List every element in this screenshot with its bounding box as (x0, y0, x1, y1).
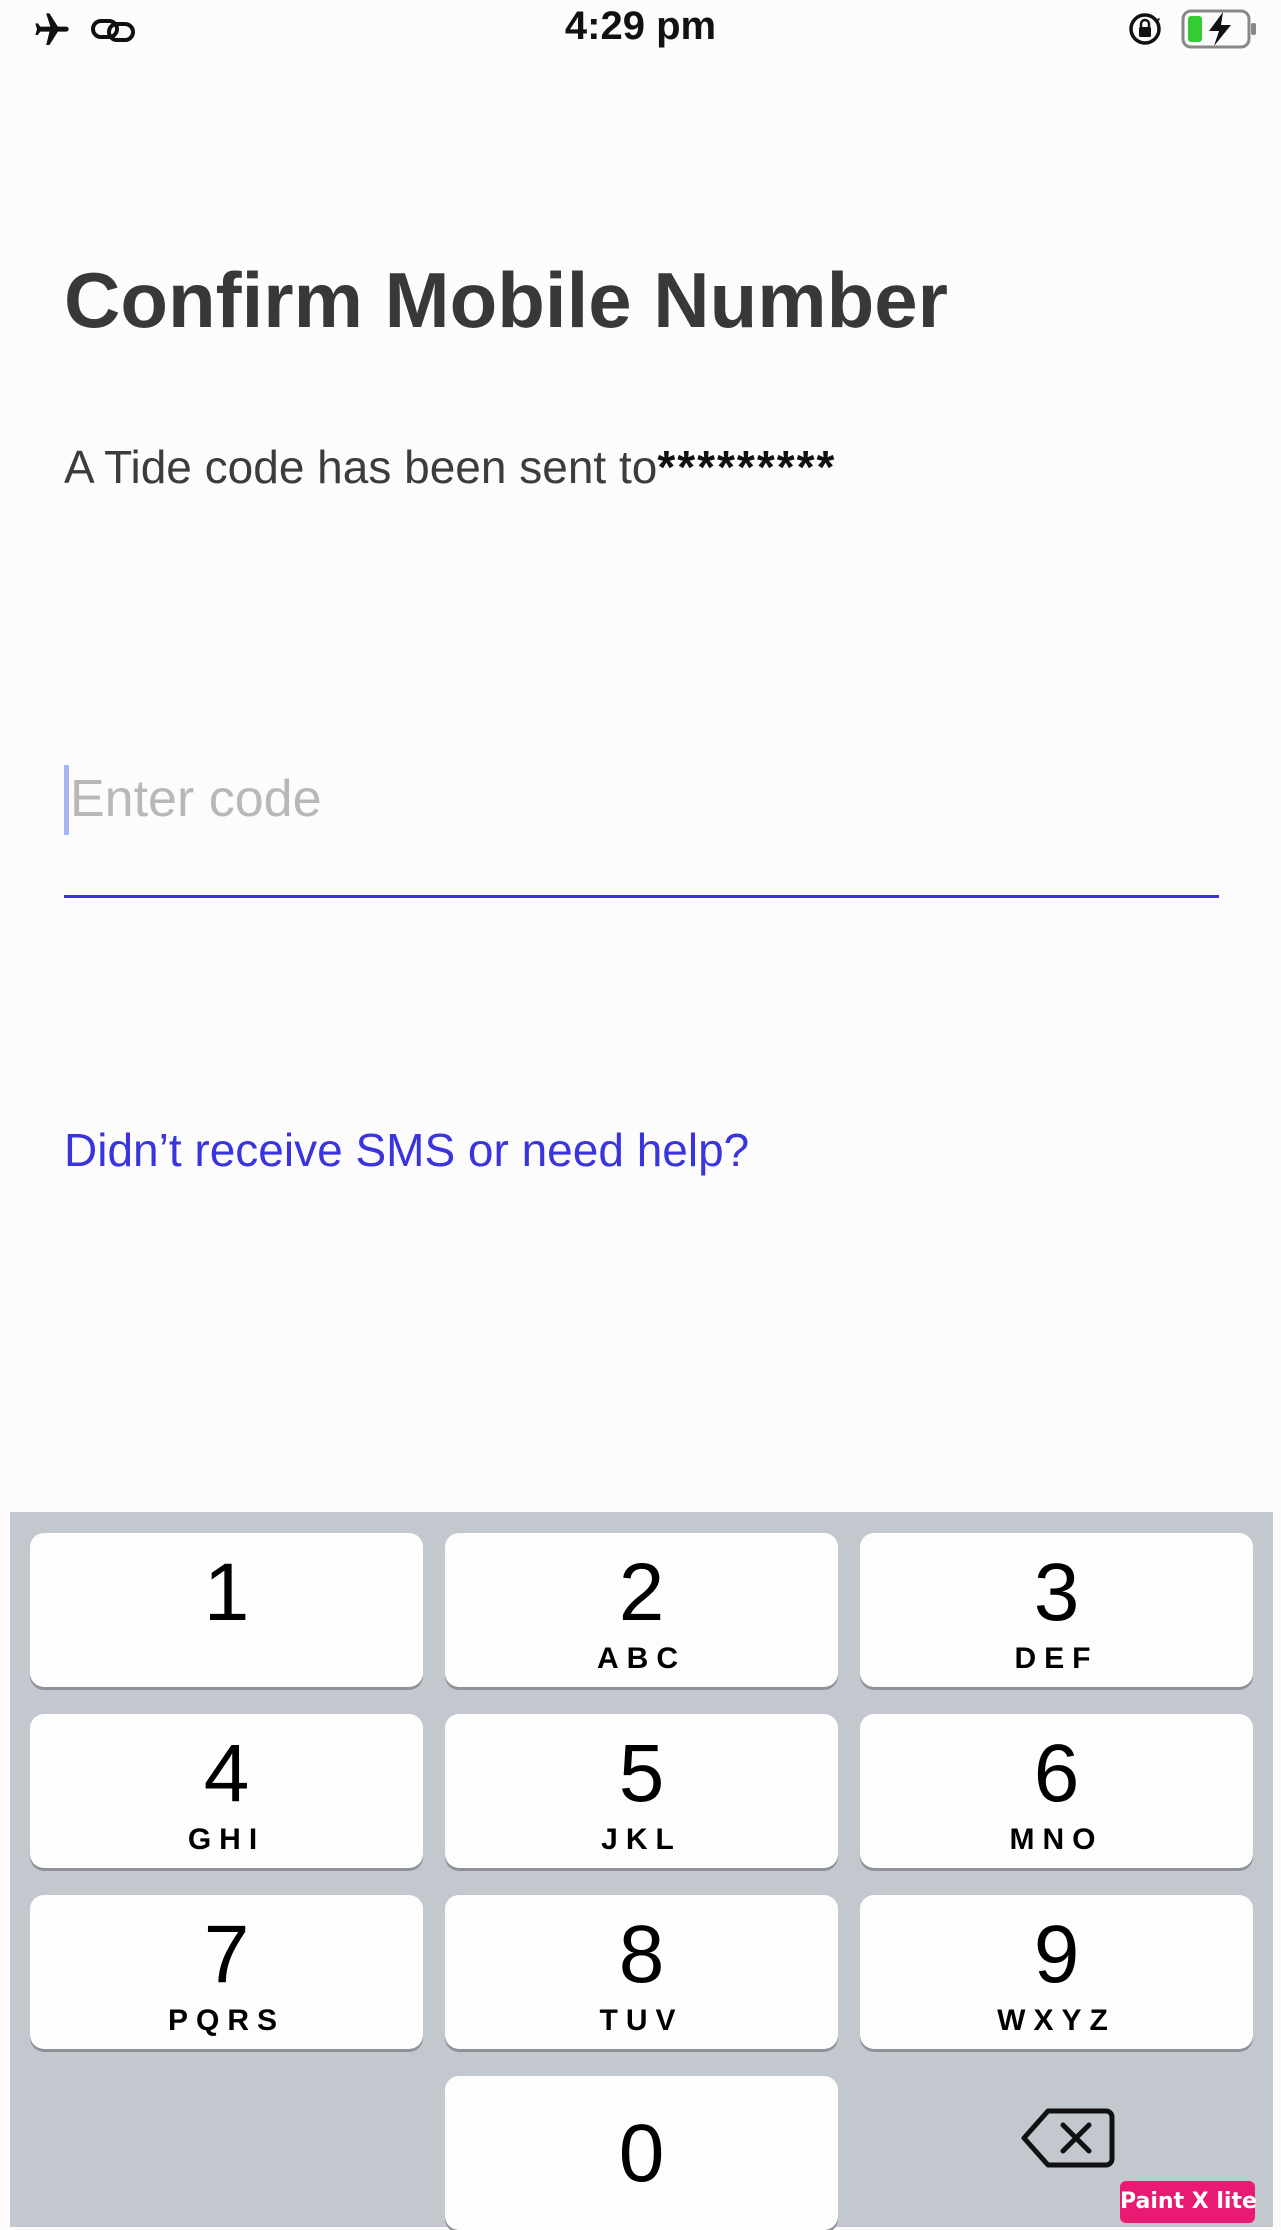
key-9[interactable]: 9 WXYZ (860, 1895, 1253, 2049)
help-link[interactable]: Didn’t receive SMS or need help? (64, 1123, 749, 1177)
backspace-key[interactable] (1018, 2103, 1118, 2173)
key-5[interactable]: 5 JKL (445, 1714, 838, 1868)
masked-phone-number: ********* (657, 441, 837, 493)
key-letters: WXYZ (997, 2004, 1116, 2037)
key-4[interactable]: 4 GHI (30, 1714, 423, 1868)
key-letters: PQRS (167, 2004, 286, 2037)
key-digit: 3 (1033, 1547, 1080, 1638)
key-letters: TUV (599, 2004, 684, 2037)
key-6[interactable]: 6 MNO (860, 1714, 1253, 1868)
text-caret (64, 765, 69, 835)
key-digit: 4 (203, 1728, 250, 1819)
sent-message: A Tide code has been sent to********* (64, 440, 836, 494)
code-input[interactable] (64, 755, 1225, 843)
sent-message-text: A Tide code has been sent to (64, 441, 658, 493)
key-digit: 1 (203, 1547, 250, 1638)
key-digit: 5 (618, 1728, 665, 1819)
key-letters: ABC (597, 1642, 686, 1675)
key-digit: 7 (203, 1909, 250, 2000)
key-digit: 6 (1033, 1728, 1080, 1819)
key-letters: MNO (1009, 1823, 1104, 1856)
numeric-keypad: 1 2 ABC 3 DEF 4 GHI 5 JKL 6 MNO 7 PQRS 8… (10, 1512, 1273, 2230)
key-digit: 8 (618, 1909, 665, 2000)
code-field (64, 755, 1225, 900)
key-3[interactable]: 3 DEF (860, 1533, 1253, 1687)
key-2[interactable]: 2 ABC (445, 1533, 838, 1687)
watermark-badge: Paint X lite (1120, 2181, 1257, 2223)
key-8[interactable]: 8 TUV (445, 1895, 838, 2049)
key-letters: JKL (601, 1823, 682, 1856)
status-time: 4:29 pm (564, 4, 717, 48)
key-digit: 9 (1033, 1909, 1080, 2000)
orientation-lock-icon (1127, 11, 1163, 52)
key-letters: GHI (187, 1823, 266, 1856)
key-0[interactable]: 0 (445, 2076, 838, 2230)
backspace-icon (1018, 2108, 1118, 2177)
code-input-underline (64, 895, 1219, 898)
key-digit: 2 (618, 1547, 665, 1638)
battery-charging-icon (1181, 8, 1259, 55)
key-1[interactable]: 1 (30, 1533, 423, 1687)
status-right (1127, 8, 1259, 55)
key-7[interactable]: 7 PQRS (30, 1895, 423, 2049)
key-digit: 0 (618, 2108, 665, 2199)
status-bar: 4:29 pm (0, 0, 1281, 70)
page-title: Confirm Mobile Number (64, 256, 949, 344)
key-letters: DEF (1014, 1642, 1099, 1675)
